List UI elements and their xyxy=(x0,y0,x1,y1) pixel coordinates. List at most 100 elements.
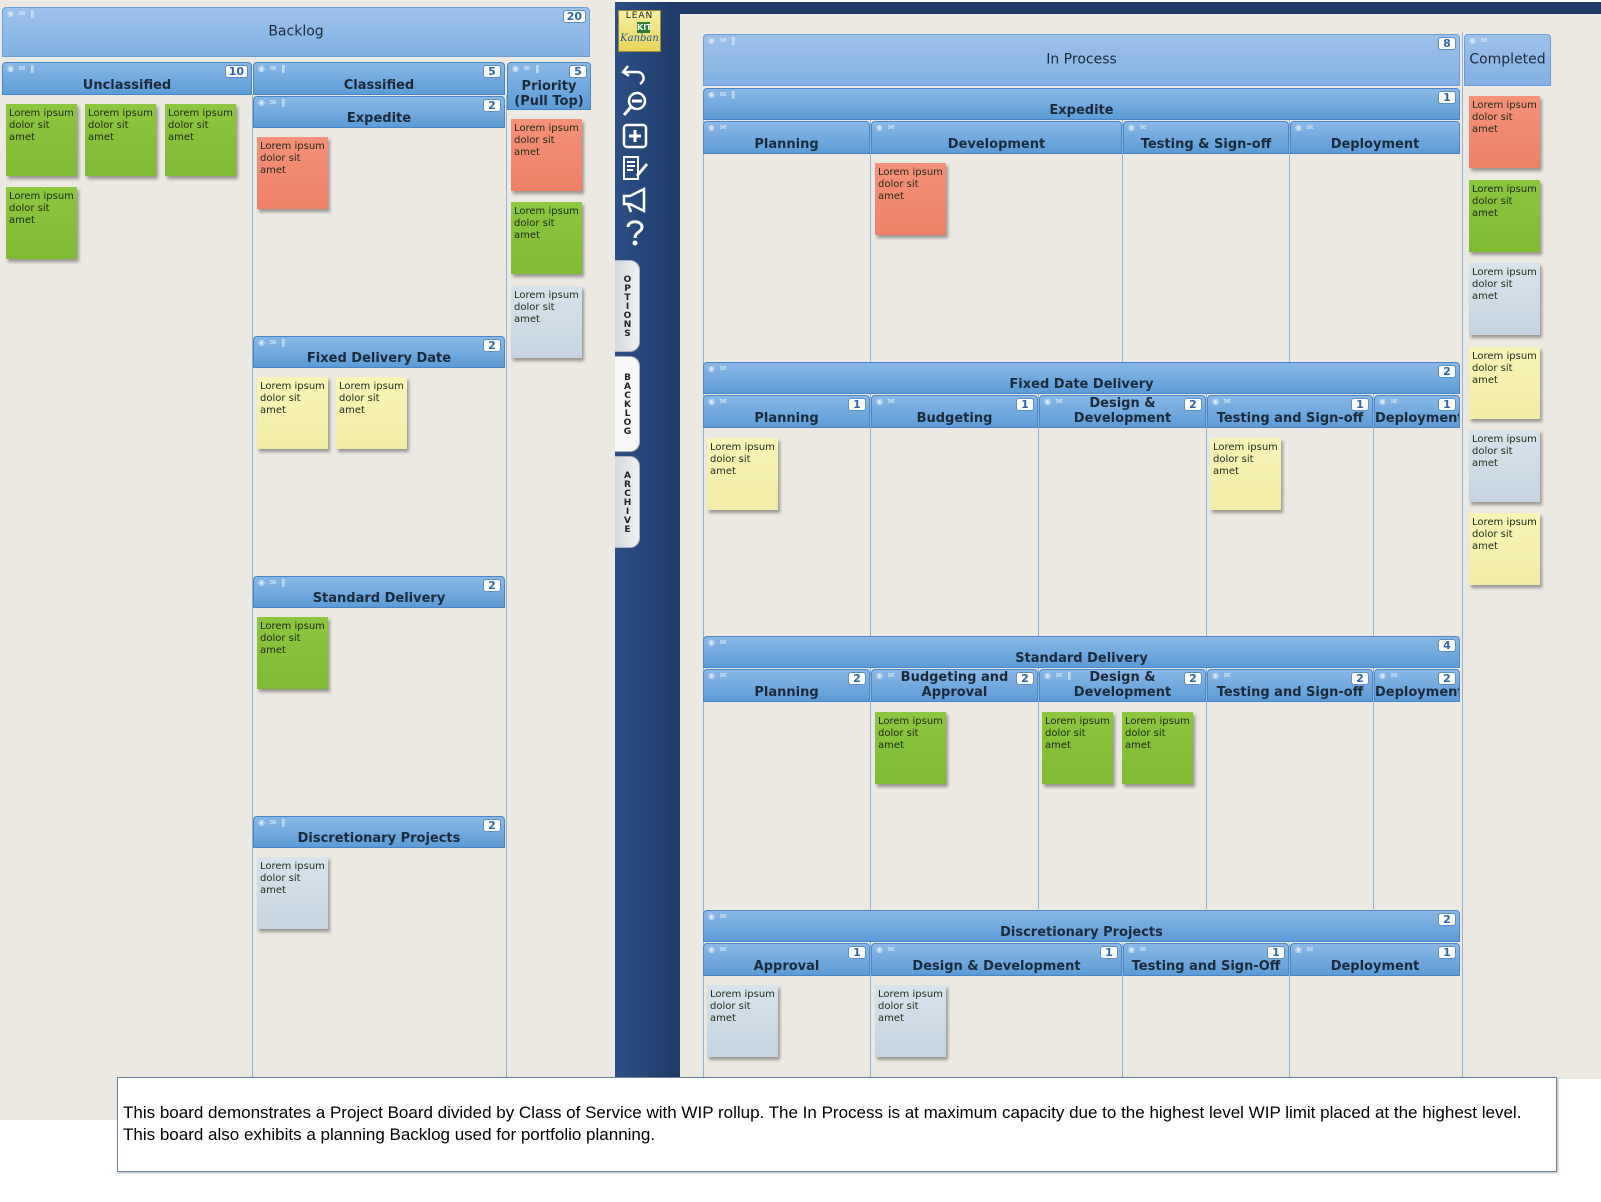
lane-tools-icon[interactable]: ◉ ✉ xyxy=(708,364,727,373)
lane-tools-icon[interactable]: ◉ ✉ xyxy=(1379,671,1398,680)
lane-header-bl-expedite[interactable]: ◉ ✉ ‖ Expedite 2 xyxy=(253,96,505,128)
lane-header-sd-deployment[interactable]: ◉ ✉ Deployment 2 xyxy=(1374,669,1460,702)
lane-header-exp-planning[interactable]: ◉ ✉ Planning xyxy=(703,121,870,154)
lane-tools-icon[interactable]: ◉ ✉ xyxy=(708,397,727,406)
lane-header-fdd-deployment[interactable]: ◉ ✉ Deployment 1 xyxy=(1374,395,1460,428)
card[interactable]: Lorem ipsum dolor sit amet xyxy=(511,202,582,274)
lane-header-bl-fixed-delivery[interactable]: ◉ ✉ ‖ Fixed Delivery Date 2 xyxy=(253,336,505,368)
card[interactable]: Lorem ipsum dolor sit amet xyxy=(707,438,778,510)
card[interactable]: Lorem ipsum dolor sit amet xyxy=(336,377,407,449)
lane-tools-icon[interactable]: ◉ ✉ xyxy=(708,945,727,954)
lane-tools-icon[interactable]: ◉ ✉ ‖ xyxy=(258,338,286,347)
lane-header-fdd-planning[interactable]: ◉ ✉ Planning 1 xyxy=(703,395,870,428)
lane-header-dp-deployment[interactable]: ◉ ✉ Deployment 1 xyxy=(1290,943,1460,976)
lane-header-standard-delivery[interactable]: ◉ ✉ Standard Delivery 4 xyxy=(703,636,1460,668)
card[interactable]: Lorem ipsum dolor sit amet xyxy=(511,119,582,191)
lane-header-bl-discretionary[interactable]: ◉ ✉ ‖ Discretionary Projects 2 xyxy=(253,816,505,848)
help-icon[interactable] xyxy=(620,217,650,247)
lane-tools-icon[interactable]: ◉ ✉ ‖ xyxy=(7,64,35,73)
lane-tools-icon[interactable]: ◉ ✉ xyxy=(1128,123,1147,132)
card[interactable]: Lorem ipsum dolor sit amet xyxy=(1469,347,1540,419)
megaphone-icon[interactable] xyxy=(620,185,650,215)
lane-header-fixed-date-delivery[interactable]: ◉ ✉ Fixed Date Delivery 2 xyxy=(703,362,1460,394)
card[interactable]: Lorem ipsum dolor sit amet xyxy=(6,187,77,259)
lane-tools-icon[interactable]: ◉ ✉ ‖ xyxy=(708,90,736,99)
lane-tools-icon[interactable]: ◉ ✉ xyxy=(1469,36,1488,45)
lane-tools-icon[interactable]: ◉ ✉ xyxy=(1295,123,1314,132)
lane-header-priority[interactable]: ◉ ✉ ‖ Priority (Pull Top) 5 xyxy=(507,62,591,110)
card[interactable]: Lorem ipsum dolor sit amet xyxy=(257,857,328,929)
card[interactable]: Lorem ipsum dolor sit amet xyxy=(1469,430,1540,502)
card[interactable]: Lorem ipsum dolor sit amet xyxy=(875,163,946,235)
lane-header-sd-planning[interactable]: ◉ ✉ Planning 2 xyxy=(703,669,870,702)
lane-tools-icon[interactable]: ◉ ✉ xyxy=(876,945,895,954)
undo-icon[interactable] xyxy=(620,58,650,88)
card[interactable]: Lorem ipsum dolor sit amet xyxy=(1469,263,1540,335)
lane-header-sd-budgeting[interactable]: ◉ ✉ Budgeting and Approval 2 xyxy=(871,669,1038,702)
lane-tools-icon[interactable]: ◉ ✉ ‖ xyxy=(708,36,736,45)
card[interactable]: Lorem ipsum dolor sit amet xyxy=(85,104,156,176)
lane-header-sd-design[interactable]: ◉ ✉ ‖ Design & Development 2 xyxy=(1039,669,1206,702)
lane-tools-icon[interactable]: ◉ ✉ xyxy=(1379,397,1398,406)
lane-header-dp-design[interactable]: ◉ ✉ Design & Development 1 xyxy=(871,943,1122,976)
lane-tools-icon[interactable]: ◉ ✉ xyxy=(708,912,727,921)
lane-tools-icon[interactable]: ◉ ✉ xyxy=(1212,397,1231,406)
add-card-icon[interactable] xyxy=(620,121,650,151)
note-text: This board demonstrates a Project Board … xyxy=(123,1103,1522,1144)
lane-header-exp-testing[interactable]: ◉ ✉ Testing & Sign-off xyxy=(1123,121,1289,154)
card[interactable]: Lorem ipsum dolor sit amet xyxy=(257,617,328,689)
card[interactable]: Lorem ipsum dolor sit amet xyxy=(257,377,328,449)
lane-tools-icon[interactable]: ◉ ✉ ‖ xyxy=(258,578,286,587)
lane-header-sd-testing[interactable]: ◉ ✉ Testing and Sign-off 2 xyxy=(1207,669,1373,702)
lane-tools-icon[interactable]: ◉ ✉ ‖ xyxy=(258,64,286,73)
lane-header-bl-standard-delivery[interactable]: ◉ ✉ ‖ Standard Delivery 2 xyxy=(253,576,505,608)
lane-header-fdd-testing[interactable]: ◉ ✉ Testing and Sign-off 1 xyxy=(1207,395,1373,428)
lane-title: Testing and Sign-off xyxy=(1216,685,1364,700)
lane-header-dp-testing[interactable]: ◉ ✉ Testing and Sign-Off 1 xyxy=(1123,943,1289,976)
card[interactable]: Lorem ipsum dolor sit amet xyxy=(257,137,328,209)
card[interactable]: Lorem ipsum dolor sit amet xyxy=(875,985,946,1057)
card[interactable]: Lorem ipsum dolor sit amet xyxy=(511,286,582,358)
lane-tools-icon[interactable]: ◉ ✉ ‖ xyxy=(512,64,540,73)
lane-header-backlog[interactable]: ◉ ✉ ‖ Backlog 20 xyxy=(2,7,590,57)
card[interactable]: Lorem ipsum dolor sit amet xyxy=(1469,96,1540,168)
lane-header-fdd-design[interactable]: ◉ ✉ Design & Development 2 xyxy=(1039,395,1206,428)
lane-header-discretionary-projects[interactable]: ◉ ✉ Discretionary Projects 2 xyxy=(703,910,1460,942)
card[interactable]: Lorem ipsum dolor sit amet xyxy=(707,985,778,1057)
lane-header-exp-deployment[interactable]: ◉ ✉ Deployment xyxy=(1290,121,1460,154)
lane-tools-icon[interactable]: ◉ ✉ xyxy=(1212,671,1231,680)
card[interactable]: Lorem ipsum dolor sit amet xyxy=(6,104,77,176)
lane-tools-icon[interactable]: ◉ ✉ ‖ xyxy=(258,818,286,827)
edit-board-icon[interactable] xyxy=(620,153,650,183)
lane-tools-icon[interactable]: ◉ ✉ xyxy=(708,123,727,132)
card[interactable]: Lorem ipsum dolor sit amet xyxy=(1122,712,1193,784)
lane-header-in-process[interactable]: ◉ ✉ ‖ In Process 8 xyxy=(703,34,1460,86)
lane-header-exp-development[interactable]: ◉ ✉ Development xyxy=(871,121,1122,154)
lane-header-fdd-budgeting[interactable]: ◉ ✉ Budgeting 1 xyxy=(871,395,1038,428)
tab-archive[interactable]: ARCHIVE xyxy=(615,456,640,548)
lane-tools-icon[interactable]: ◉ ✉ xyxy=(1128,945,1147,954)
card[interactable]: Lorem ipsum dolor sit amet xyxy=(1469,513,1540,585)
lane-tools-icon[interactable]: ◉ ✉ xyxy=(876,397,895,406)
card[interactable]: Lorem ipsum dolor sit amet xyxy=(1042,712,1113,784)
card[interactable]: Lorem ipsum dolor sit amet xyxy=(165,104,236,176)
lane-header-dp-approval[interactable]: ◉ ✉ Approval 1 xyxy=(703,943,870,976)
lane-tools-icon[interactable]: ◉ ✉ ‖ xyxy=(7,9,35,18)
lane-header-expedite[interactable]: ◉ ✉ ‖ Expedite 1 xyxy=(703,88,1460,120)
zoom-out-icon[interactable] xyxy=(620,89,650,119)
lane-tools-icon[interactable]: ◉ ✉ xyxy=(876,123,895,132)
card-title: Lorem ipsum dolor sit amet xyxy=(1213,442,1278,477)
card[interactable]: Lorem ipsum dolor sit amet xyxy=(1210,438,1281,510)
card[interactable]: Lorem ipsum dolor sit amet xyxy=(875,712,946,784)
lane-tools-icon[interactable]: ◉ ✉ xyxy=(1295,945,1314,954)
leankit-logo[interactable]: LEAN KIT Kanban xyxy=(618,10,661,52)
lane-header-classified[interactable]: ◉ ✉ ‖ Classified 5 xyxy=(253,62,505,95)
lane-header-unclassified[interactable]: ◉ ✉ ‖ Unclassified 10 xyxy=(2,62,252,95)
lane-tools-icon[interactable]: ◉ ✉ xyxy=(708,671,727,680)
lane-header-completed[interactable]: ◉ ✉ Completed xyxy=(1464,34,1551,86)
tab-options[interactable]: OPTIONS xyxy=(615,260,640,352)
lane-tools-icon[interactable]: ◉ ✉ xyxy=(708,638,727,647)
card[interactable]: Lorem ipsum dolor sit amet xyxy=(1469,180,1540,252)
lane-tools-icon[interactable]: ◉ ✉ ‖ xyxy=(258,98,286,107)
tab-backlog[interactable]: BACKLOG xyxy=(615,356,640,452)
